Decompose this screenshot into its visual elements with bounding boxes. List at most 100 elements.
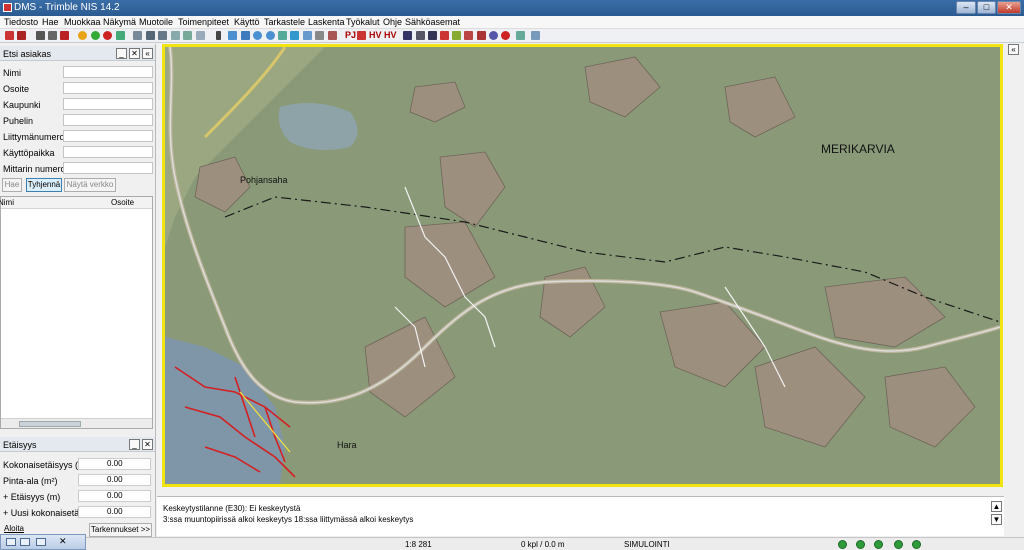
- window-title: DMS - Trimble NIS 14.2: [14, 2, 120, 13]
- record-icon[interactable]: [501, 31, 510, 40]
- menu-ohje[interactable]: Ohje: [383, 17, 402, 27]
- message-line-2: 3:ssa muuntopiirissä alkoi keskeytys 18:…: [163, 515, 414, 524]
- refresh-icon[interactable]: [290, 31, 299, 40]
- distance-panel-title: Etäisyys: [3, 440, 37, 450]
- message-scroll-up-button[interactable]: ▲: [991, 501, 1002, 512]
- distance-close-button[interactable]: ✕: [142, 439, 153, 450]
- menu-tiedosto[interactable]: Tiedosto: [4, 17, 38, 27]
- up-icon[interactable]: [464, 31, 473, 40]
- arrow-icon[interactable]: [477, 31, 486, 40]
- zoom-prev-icon[interactable]: [303, 31, 312, 40]
- target-icon[interactable]: [489, 31, 498, 40]
- list-icon[interactable]: [171, 31, 180, 40]
- right-dock: «: [1005, 44, 1024, 496]
- name-input[interactable]: [63, 66, 153, 78]
- pan-hand-icon[interactable]: [315, 31, 324, 40]
- fault-icon[interactable]: [440, 31, 449, 40]
- distance-panel-header: Etäisyys _ ✕: [0, 437, 155, 452]
- open-icon[interactable]: [17, 31, 26, 40]
- zoom-in-icon[interactable]: [253, 31, 262, 40]
- disconnect-icon[interactable]: [357, 31, 366, 40]
- phone-input[interactable]: [63, 114, 153, 126]
- scrollbar-thumb[interactable]: [19, 421, 81, 427]
- column-name-header[interactable]: Nimi: [0, 198, 14, 207]
- settings-icon[interactable]: [531, 31, 540, 40]
- menu-nakyma[interactable]: Näkymä: [103, 17, 136, 27]
- status-ok-icon: [912, 540, 921, 549]
- distance-value: 0.00: [78, 506, 151, 518]
- field-label: Käyttöpaikka: [3, 148, 55, 158]
- task-window-icon[interactable]: [36, 538, 46, 546]
- title-bar: DMS - Trimble NIS 14.2 – □ ✕: [0, 0, 1024, 16]
- save-icon[interactable]: [36, 31, 45, 40]
- map-label-pohjansaha: Pohjansaha: [240, 175, 288, 185]
- distance-minimize-button[interactable]: _: [129, 439, 140, 450]
- results-list[interactable]: Nimi Osoite: [0, 196, 153, 429]
- city-input[interactable]: [63, 98, 153, 110]
- map-icon[interactable]: [183, 31, 192, 40]
- new-icon[interactable]: [5, 31, 14, 40]
- menu-muotoile[interactable]: Muotoile: [139, 17, 173, 27]
- menu-tyokalut[interactable]: Työkalut: [346, 17, 380, 27]
- sync-icon[interactable]: [516, 31, 525, 40]
- connection-number-input[interactable]: [63, 130, 153, 142]
- dock-collapse-button[interactable]: «: [1008, 44, 1019, 55]
- stop-icon[interactable]: [103, 31, 112, 40]
- zoom-all-icon[interactable]: [241, 31, 250, 40]
- ok-icon[interactable]: [91, 31, 100, 40]
- map-view[interactable]: MERIKARVIA Pohjansaha Hara: [162, 44, 1003, 487]
- pointer-icon[interactable]: [216, 31, 221, 40]
- measure-icon[interactable]: [328, 31, 337, 40]
- show-network-button[interactable]: Näytä verkko: [64, 178, 116, 192]
- menu-sahkoasemat[interactable]: Sähköasemat: [405, 17, 460, 27]
- distance-value: 0.00: [78, 490, 151, 502]
- pj-button[interactable]: PJ: [345, 30, 356, 40]
- task-window-icon[interactable]: [20, 538, 30, 546]
- status-ok-icon: [894, 540, 903, 549]
- menu-laskenta[interactable]: Laskenta: [308, 17, 345, 27]
- menu-muokkaa[interactable]: Muokkaa: [64, 17, 101, 27]
- zoom-window-icon[interactable]: [228, 31, 237, 40]
- address-input[interactable]: [63, 82, 153, 94]
- task-window-icon[interactable]: [6, 538, 16, 546]
- task-close-icon[interactable]: ✕: [59, 536, 69, 546]
- delete-icon[interactable]: [60, 31, 69, 40]
- search-button[interactable]: Hae: [2, 178, 22, 192]
- menu-kaytto[interactable]: Käyttö: [234, 17, 260, 27]
- grid-icon[interactable]: [146, 31, 155, 40]
- zoom-out-icon[interactable]: [266, 31, 275, 40]
- panel-close-button[interactable]: ✕: [129, 48, 140, 59]
- switch-icon[interactable]: [403, 31, 412, 40]
- meter-number-input[interactable]: [63, 162, 153, 174]
- tool-icon[interactable]: [116, 31, 125, 40]
- home-icon[interactable]: [278, 31, 287, 40]
- print-icon[interactable]: [48, 31, 57, 40]
- hv-button-2[interactable]: HV: [384, 30, 397, 40]
- table-icon[interactable]: [133, 31, 142, 40]
- minimize-button[interactable]: –: [956, 1, 976, 14]
- close-button[interactable]: ✕: [997, 1, 1021, 14]
- message-panel: Keskeytystilanne (E30): Ei keskeytystä 3…: [157, 496, 1004, 536]
- clear-button[interactable]: Tyhjennä: [26, 178, 62, 192]
- menu-tarkastele[interactable]: Tarkastele: [264, 17, 305, 27]
- menu-toimenpiteet[interactable]: Toimenpiteet: [178, 17, 229, 27]
- trace-icon[interactable]: [452, 31, 461, 40]
- fuse-icon[interactable]: [416, 31, 425, 40]
- hv-button-1[interactable]: HV: [369, 30, 382, 40]
- menu-hae[interactable]: Hae: [42, 17, 59, 27]
- warning-icon[interactable]: [78, 31, 87, 40]
- message-scroll-down-button[interactable]: ▼: [991, 514, 1002, 525]
- window-icon[interactable]: [196, 31, 205, 40]
- results-header: Nimi Osoite: [0, 197, 152, 209]
- panel-minimize-button[interactable]: _: [116, 48, 127, 59]
- panel-collapse-button[interactable]: «: [142, 48, 153, 59]
- column-address-header[interactable]: Osoite: [111, 198, 134, 207]
- horizontal-scrollbar[interactable]: [1, 418, 152, 428]
- maximize-button[interactable]: □: [977, 1, 996, 14]
- map-canvas[interactable]: MERIKARVIA Pohjansaha Hara: [165, 47, 1000, 484]
- usage-place-input[interactable]: [63, 146, 153, 158]
- breaker-icon[interactable]: [428, 31, 437, 40]
- search-panel-title: Etsi asiakas: [3, 49, 52, 59]
- options-button[interactable]: Tarkennukset >>: [89, 523, 152, 537]
- layers-icon[interactable]: [158, 31, 167, 40]
